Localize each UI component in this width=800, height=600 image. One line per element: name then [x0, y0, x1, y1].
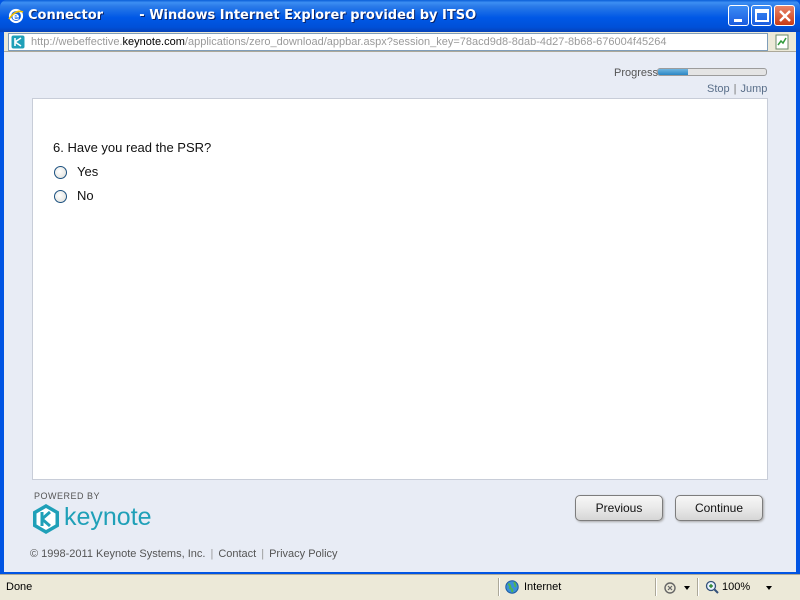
protected-mode-dropdown-icon[interactable]: [684, 586, 690, 590]
radio-button-no[interactable]: [54, 190, 67, 203]
footer-separator: |: [261, 548, 265, 560]
protected-mode-icon[interactable]: [662, 579, 678, 595]
address-prefix: http://webeffective.: [31, 36, 123, 48]
zoom-dropdown-icon[interactable]: [766, 586, 772, 590]
minimize-icon: [734, 19, 742, 22]
stop-jump-separator: |: [733, 83, 737, 95]
option-yes-label[interactable]: Yes: [77, 164, 98, 179]
address-bar: http://webeffective.keynote.com/applicat…: [4, 32, 796, 52]
option-no-label[interactable]: No: [77, 188, 94, 203]
contact-link[interactable]: Contact: [218, 548, 256, 560]
minimize-button[interactable]: [728, 5, 749, 26]
footer-separator: |: [210, 548, 214, 560]
internet-globe-icon: [505, 580, 519, 594]
status-divider: [655, 578, 657, 596]
title-bar: e Connector - Windows Internet Explorer …: [0, 0, 800, 32]
address-path: /applications/zero_download/appbar.aspx?…: [184, 36, 667, 48]
keynote-logo: keynote: [32, 503, 172, 535]
close-icon: [779, 10, 791, 22]
footer: © 1998-2011 Keynote Systems, Inc. | Contac…: [30, 548, 338, 560]
ie-icon: e: [8, 8, 24, 24]
page-report-icon[interactable]: [774, 34, 790, 50]
address-url: http://webeffective.keynote.com/applicat…: [31, 36, 667, 48]
stop-link[interactable]: Stop: [707, 83, 730, 95]
zoom-level[interactable]: 100%: [722, 581, 750, 593]
status-divider: [697, 578, 699, 596]
window-frame-right: [796, 32, 800, 574]
stop-jump-links: Stop | Jump: [707, 83, 767, 95]
copyright-text: © 1998-2011 Keynote Systems, Inc.: [30, 548, 206, 560]
status-bar: Done Internet 100%: [0, 574, 800, 600]
status-divider: [498, 578, 500, 596]
question-text: 6. Have you read the PSR?: [53, 140, 212, 155]
close-button[interactable]: [774, 5, 795, 26]
address-host: keynote.com: [122, 36, 185, 48]
progress-bar: [657, 68, 767, 76]
status-text: Done: [6, 581, 33, 593]
continue-button[interactable]: Continue: [675, 495, 763, 521]
security-zone-label: Internet: [524, 581, 562, 593]
page-content: Progress Stop | Jump 6. Have you read the …: [4, 52, 796, 572]
privacy-policy-link[interactable]: Privacy Policy: [269, 548, 337, 560]
progress-bar-fill: [658, 69, 689, 75]
question-panel: 6. Have you read the PSR? Yes No: [32, 98, 768, 480]
powered-by-label: POWERED BY: [34, 491, 101, 501]
radio-button-yes[interactable]: [54, 166, 67, 179]
previous-button[interactable]: Previous: [575, 495, 663, 521]
address-field[interactable]: http://webeffective.keynote.com/applicat…: [8, 33, 768, 51]
maximize-icon: [755, 9, 769, 22]
site-favicon-icon: [11, 35, 25, 49]
keynote-logo-icon: [33, 504, 59, 534]
window-title: Connector - Windows Internet Explorer pr…: [28, 8, 477, 23]
progress-label: Progress: [614, 67, 659, 79]
keynote-wordmark: keynote: [64, 503, 152, 531]
maximize-button[interactable]: [751, 5, 772, 26]
zoom-icon[interactable]: [704, 579, 720, 595]
jump-link[interactable]: Jump: [741, 83, 768, 95]
